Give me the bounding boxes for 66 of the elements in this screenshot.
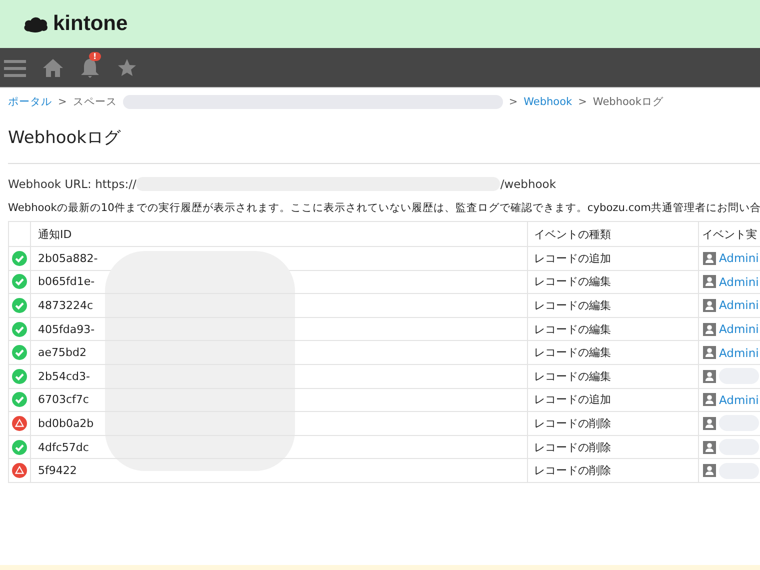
notification-id: 4dfc57dc [38, 440, 89, 454]
user-icon [703, 464, 716, 478]
user-icon [703, 440, 716, 454]
event-type: レコードの編集 [534, 322, 611, 337]
success-check-icon [12, 345, 27, 360]
page-title: Webhookログ [8, 127, 122, 149]
success-check-icon [12, 250, 27, 266]
user-icon [703, 370, 716, 383]
notification-id: 6703cf7c [38, 393, 89, 406]
notification-id: 4873224c [38, 298, 94, 312]
breadcrumb-separator: > [58, 96, 67, 108]
cloud-logo-icon [23, 16, 49, 32]
notification-id: 5f9422 [38, 464, 77, 478]
event-type: レコードの編集 [534, 298, 611, 313]
notification-id: bd0b0a2b [38, 416, 94, 430]
breadcrumb-separator: > [508, 96, 518, 108]
logo-text: kintone [53, 12, 128, 36]
event-type: レコードの削除 [534, 416, 611, 431]
user-icon [703, 393, 716, 406]
notification-id: 2b05a882- [38, 252, 98, 265]
success-check-icon [12, 368, 27, 384]
column-header: 通知ID [31, 222, 528, 246]
menu-icon[interactable] [4, 58, 26, 78]
home-icon[interactable] [43, 58, 63, 78]
success-check-icon [12, 392, 27, 408]
user-icon [703, 322, 716, 336]
event-type: レコードの編集 [534, 274, 611, 290]
event-type: レコードの追加 [534, 392, 611, 408]
user-link[interactable]: Admini [719, 392, 759, 407]
error-warning-icon [12, 416, 27, 431]
user-icon [703, 275, 716, 288]
event-type: レコードの追加 [534, 250, 611, 266]
bell-icon[interactable] [80, 58, 100, 78]
user-icon [703, 416, 716, 430]
star-icon[interactable] [117, 58, 137, 78]
event-type: レコードの削除 [534, 440, 611, 455]
event-type: レコードの削除 [534, 463, 611, 478]
user-link[interactable]: Admini [719, 298, 759, 312]
notification-badge: ! [89, 52, 101, 60]
breadcrumb-item: スペース [72, 95, 117, 109]
success-check-icon [12, 298, 27, 313]
breadcrumb-separator: > [578, 96, 587, 108]
user-icon [703, 252, 716, 265]
success-check-icon [12, 440, 27, 455]
notification-id: 2b54cd3- [38, 370, 90, 383]
url-suffix: /webhook [500, 177, 556, 191]
breadcrumb-link[interactable]: ポータル [8, 95, 52, 109]
user-link[interactable]: Admini [719, 251, 759, 266]
user-link[interactable]: Admini [719, 322, 759, 336]
event-type: レコードの編集 [534, 345, 611, 360]
user-link[interactable]: Admini [719, 346, 759, 360]
breadcrumb-item: Webhookログ [592, 95, 664, 109]
notification-id: 405fda93- [38, 322, 95, 336]
user-icon [703, 298, 716, 312]
column-header: イベント実 [701, 226, 758, 242]
error-warning-icon [12, 463, 27, 478]
notification-id: ae75bd2 [38, 346, 86, 360]
success-check-icon [12, 274, 27, 290]
column-header: イベントの種類 [528, 222, 699, 246]
success-check-icon [12, 322, 27, 337]
user-icon [703, 346, 716, 360]
notification-id: b065fd1e- [38, 275, 95, 288]
breadcrumb-link[interactable]: Webhook [524, 96, 572, 108]
event-type: レコードの編集 [534, 368, 611, 384]
user-link[interactable]: Admini [719, 274, 759, 289]
url-label: Webhook URL: https:// [8, 177, 136, 191]
